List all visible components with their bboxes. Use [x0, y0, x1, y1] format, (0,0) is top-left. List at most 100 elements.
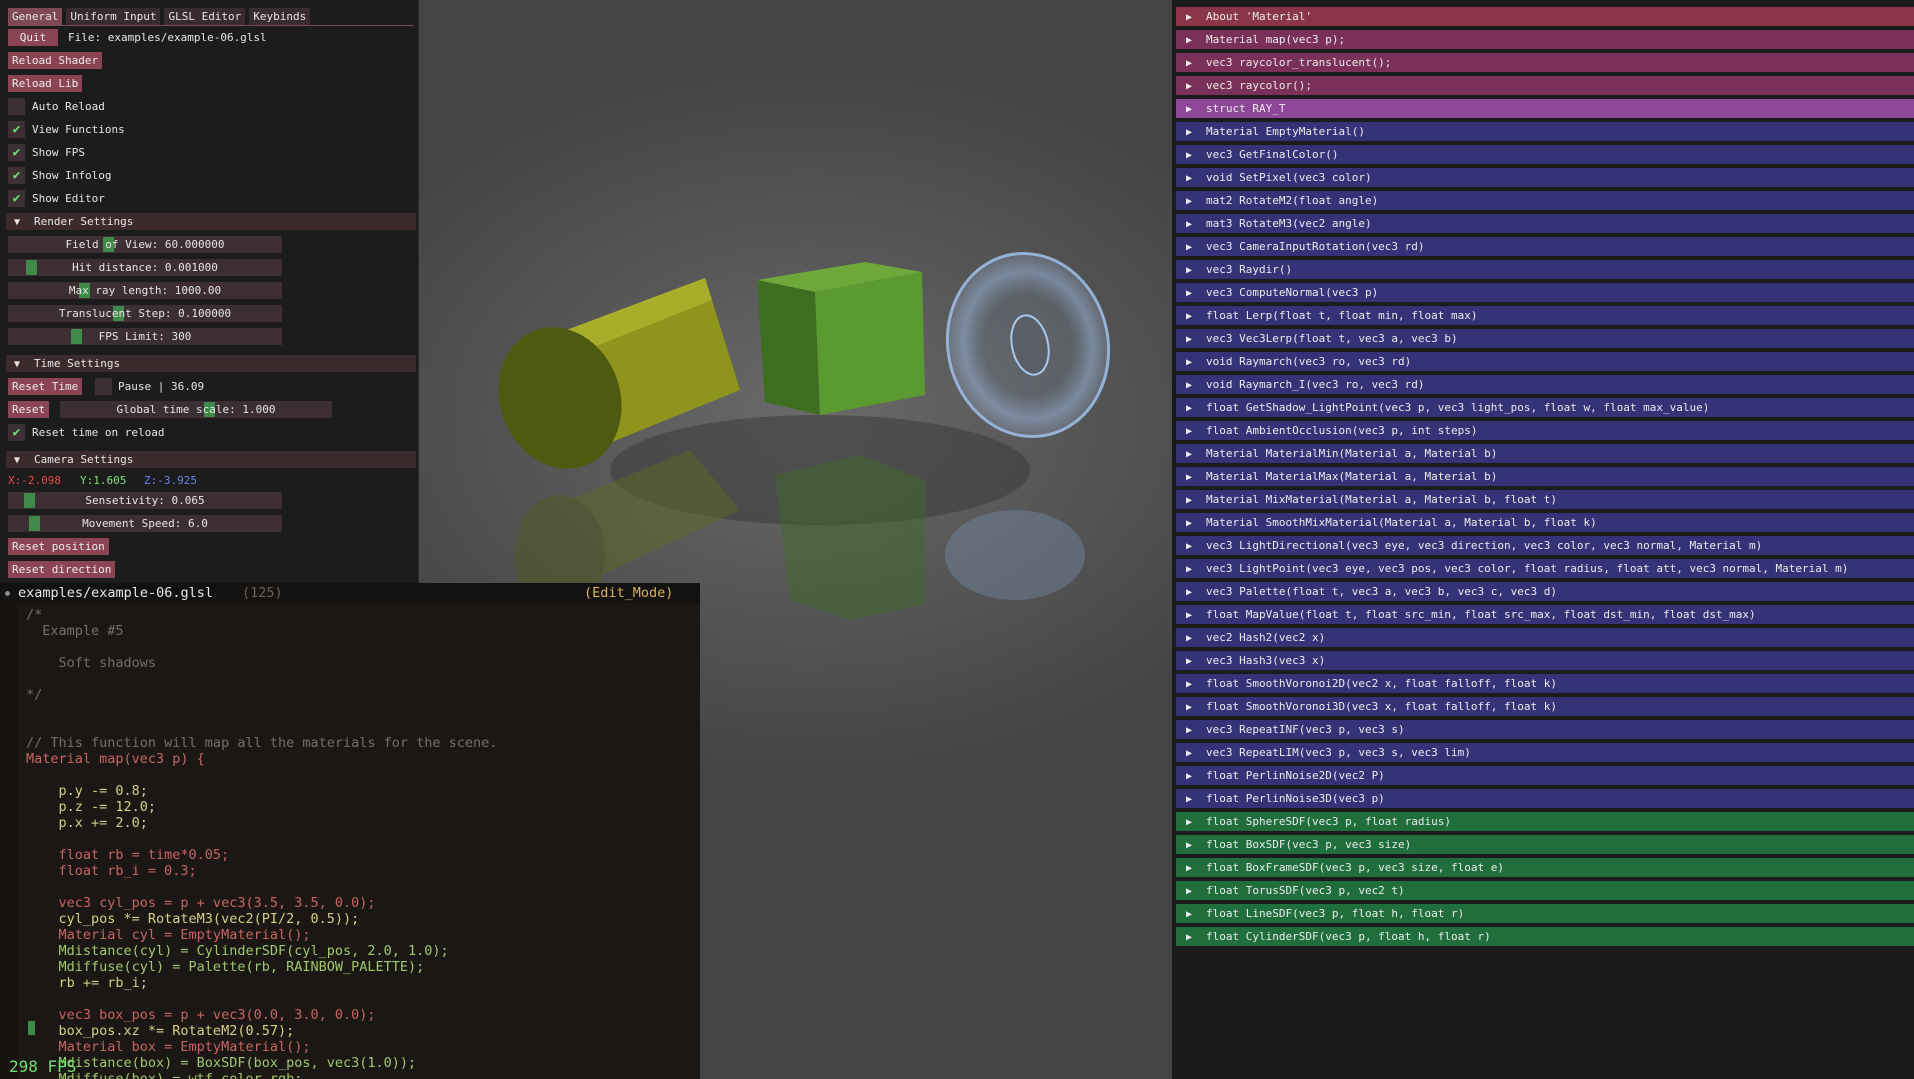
function-item[interactable]: ▶ Material MaterialMax(Material a, Materi… [1176, 467, 1914, 486]
function-item[interactable]: ▶ vec3 ComputeNormal(vec3 p) [1176, 283, 1914, 302]
slider-field-of-view[interactable]: Field of View: 60.000000 [8, 236, 282, 253]
function-item[interactable]: ▶ vec3 Vec3Lerp(float t, vec3 a, vec3 b) [1176, 329, 1914, 348]
function-item[interactable]: ▶ vec3 Raydir() [1176, 260, 1914, 279]
slider-translucent-step[interactable]: Translucent Step: 0.100000 [8, 305, 282, 322]
slider-fps-limit[interactable]: FPS Limit: 300 [8, 328, 282, 345]
code-line[interactable]: float rb_i = 0.3; [26, 863, 197, 879]
tab-uniform-input[interactable]: Uniform Input [66, 8, 161, 25]
code-line[interactable]: Mdistance(cyl) = CylinderSDF(cyl_pos, 2.… [26, 943, 449, 959]
checkbox-reset-time-on-reload[interactable]: ✔ [8, 424, 25, 441]
slider-hit-distance[interactable]: Hit distance: 0.001000 [8, 259, 282, 276]
code-line[interactable]: float rb = time*0.05; [26, 847, 230, 863]
function-item[interactable]: ▶ vec3 Palette(float t, vec3 a, vec3 b, v… [1176, 582, 1914, 601]
checkbox-auto-reload[interactable] [8, 98, 25, 115]
function-item[interactable]: ▶ Material MaterialMin(Material a, Materi… [1176, 444, 1914, 463]
function-item[interactable]: ▶ vec3 CameraInputRotation(vec3 rd) [1176, 237, 1914, 256]
code-line[interactable]: Material cyl = EmptyMaterial(); [26, 927, 311, 943]
time-settings-header[interactable]: ▼ Time Settings [6, 355, 416, 372]
code-line[interactable]: cyl_pos *= RotateM3(vec2(PI/2, 0.5)); [26, 911, 360, 927]
function-item[interactable]: ▶ vec2 Hash2(vec2 x) [1176, 628, 1914, 647]
function-item[interactable]: ▶ float TorusSDF(vec3 p, vec2 t) [1176, 881, 1914, 900]
function-item[interactable]: ▶ mat3 RotateM3(vec2 angle) [1176, 214, 1914, 233]
function-item[interactable]: ▶ Material MixMaterial(Material a, Materi… [1176, 490, 1914, 509]
slider-sensitivity[interactable]: Sensetivity: 0.065 [8, 492, 282, 509]
code-line[interactable]: */ [26, 687, 42, 703]
checkbox-show-infolog[interactable]: ✔ [8, 167, 25, 184]
code-line[interactable]: // This function will map all the materi… [26, 735, 497, 751]
function-item[interactable]: ▶ vec3 RepeatLIM(vec3 p, vec3 s, vec3 lim… [1176, 743, 1914, 762]
reset-time-button[interactable]: Reset Time [8, 378, 83, 395]
slider-grab[interactable] [24, 493, 35, 508]
function-item[interactable]: ▶ float SmoothVoronoi2D(vec2 x, float fal… [1176, 674, 1914, 693]
function-item[interactable]: ▶ float LineSDF(vec3 p, float h, float r) [1176, 904, 1914, 923]
code-line[interactable]: Mdiffuse(cyl) = Palette(rb, RAINBOW_PALE… [26, 959, 425, 975]
function-item[interactable]: ▶ float GetShadow_LightPoint(vec3 p, vec3… [1176, 398, 1914, 417]
code-line[interactable]: Material map(vec3 p) { [26, 751, 205, 767]
function-item[interactable]: ▶ float PerlinNoise3D(vec3 p) [1176, 789, 1914, 808]
function-item[interactable]: ▶ float SphereSDF(vec3 p, float radius) [1176, 812, 1914, 831]
code-line[interactable]: p.y -= 0.8; [26, 783, 148, 799]
code-line[interactable]: /* [26, 607, 42, 623]
function-item[interactable]: ▶ Material EmptyMaterial() [1176, 122, 1914, 141]
function-item[interactable]: ▶ Material map(vec3 p); [1176, 30, 1914, 49]
function-item[interactable]: ▶ vec3 GetFinalColor() [1176, 145, 1914, 164]
reset-button[interactable]: Reset [8, 401, 50, 418]
function-item[interactable]: ▶ mat2 RotateM2(float angle) [1176, 191, 1914, 210]
reload-lib-button[interactable]: Reload Lib [8, 75, 83, 92]
function-item[interactable]: ▶ float MapValue(float t, float src_min, … [1176, 605, 1914, 624]
function-item[interactable]: ▶ vec3 raycolor_translucent(); [1176, 53, 1914, 72]
code-line[interactable]: vec3 cyl_pos = p + vec3(3.5, 3.5, 0.0); [26, 895, 376, 911]
function-item[interactable]: ▶ float BoxSDF(vec3 p, vec3 size) [1176, 835, 1914, 854]
code-line[interactable]: Material box = EmptyMaterial(); [26, 1039, 311, 1055]
slider-grab[interactable] [29, 516, 40, 531]
function-item[interactable]: ▶ struct RAY_T [1176, 99, 1914, 118]
reload-shader-button[interactable]: Reload Shader [8, 52, 103, 69]
code-line[interactable]: p.x += 2.0; [26, 815, 148, 831]
render-settings-header[interactable]: ▼ Render Settings [6, 213, 416, 230]
function-item[interactable]: ▶ Material SmoothMixMaterial(Material a, … [1176, 513, 1914, 532]
function-label: vec3 RepeatINF(vec3 p, vec3 s) [1206, 723, 1405, 736]
reset-position-button[interactable]: Reset position [8, 538, 109, 555]
checkbox-view-functions[interactable]: ✔ [8, 121, 25, 138]
function-item[interactable]: ▶ vec3 raycolor(); [1176, 76, 1914, 95]
function-item[interactable]: ▶ float PerlinNoise2D(vec2 P) [1176, 766, 1914, 785]
function-item[interactable]: ▶ void Raymarch(vec3 ro, vec3 rd) [1176, 352, 1914, 371]
function-list-panel: ▶ About 'Material' ▶ Material map(vec3 p); ▶… [1172, 0, 1914, 1079]
check-icon: ✔ [12, 168, 21, 183]
slider-grab[interactable] [71, 329, 82, 344]
code-line[interactable]: rb += rb_i; [26, 975, 148, 991]
code-line[interactable]: Soft shadows [26, 655, 157, 671]
quit-button[interactable]: Quit [8, 29, 58, 46]
function-item[interactable]: ▶ float CylinderSDF(vec3 p, float h, floa… [1176, 927, 1914, 946]
function-item[interactable]: ▶ vec3 Hash3(vec3 x) [1176, 651, 1914, 670]
function-item[interactable]: ▶ float SmoothVoronoi3D(vec3 x, float fal… [1176, 697, 1914, 716]
function-item[interactable]: ▶ vec3 LightPoint(vec3 eye, vec3 pos, vec… [1176, 559, 1914, 578]
code-line[interactable]: Example #5 [26, 623, 123, 639]
tab-keybinds[interactable]: Keybinds [249, 8, 311, 25]
slider-max-ray-length[interactable]: Max ray length: 1000.00 [8, 282, 282, 299]
checkbox-pause[interactable] [95, 378, 112, 395]
function-item[interactable]: ▶ void Raymarch_I(vec3 ro, vec3 rd) [1176, 375, 1914, 394]
tab-general[interactable]: General [8, 8, 63, 25]
function-item[interactable]: ▶ float BoxFrameSDF(vec3 p, vec3 size, fl… [1176, 858, 1914, 877]
glsl-editor[interactable]: examples/example-06.glsl (125) (Edit_Mod… [0, 583, 700, 1079]
slider-movement-speed[interactable]: Movement Speed: 6.0 [8, 515, 282, 532]
checkbox-show-editor[interactable]: ✔ [8, 190, 25, 207]
slider-grab[interactable] [26, 260, 37, 275]
camera-z-readout: Z:-3.925 [144, 474, 197, 487]
tab-glsl-editor[interactable]: GLSL Editor [164, 8, 246, 25]
function-item[interactable]: ▶ void SetPixel(vec3 color) [1176, 168, 1914, 187]
code-line[interactable]: box_pos.xz *= RotateM2(0.57); [26, 1023, 295, 1039]
function-item[interactable]: ▶ float Lerp(float t, float min, float ma… [1176, 306, 1914, 325]
code-line[interactable]: vec3 box_pos = p + vec3(0.0, 3.0, 0.0); [26, 1007, 376, 1023]
reset-direction-button[interactable]: Reset direction [8, 561, 116, 578]
function-item[interactable]: ▶ float AmbientOcclusion(vec3 p, int step… [1176, 421, 1914, 440]
function-item[interactable]: ▶ vec3 RepeatINF(vec3 p, vec3 s) [1176, 720, 1914, 739]
code-line[interactable]: p.z -= 12.0; [26, 799, 157, 815]
camera-settings-header[interactable]: ▼ Camera Settings [6, 451, 416, 468]
function-item[interactable]: ▶ About 'Material' [1176, 7, 1914, 26]
code-line[interactable]: Mdistance(box) = BoxSDF(box_pos, vec3(1.… [26, 1055, 417, 1071]
checkbox-show-fps[interactable]: ✔ [8, 144, 25, 161]
function-item[interactable]: ▶ vec3 LightDirectional(vec3 eye, vec3 di… [1176, 536, 1914, 555]
slider-global-time-scale[interactable]: Global time scale: 1.000 [60, 401, 332, 418]
